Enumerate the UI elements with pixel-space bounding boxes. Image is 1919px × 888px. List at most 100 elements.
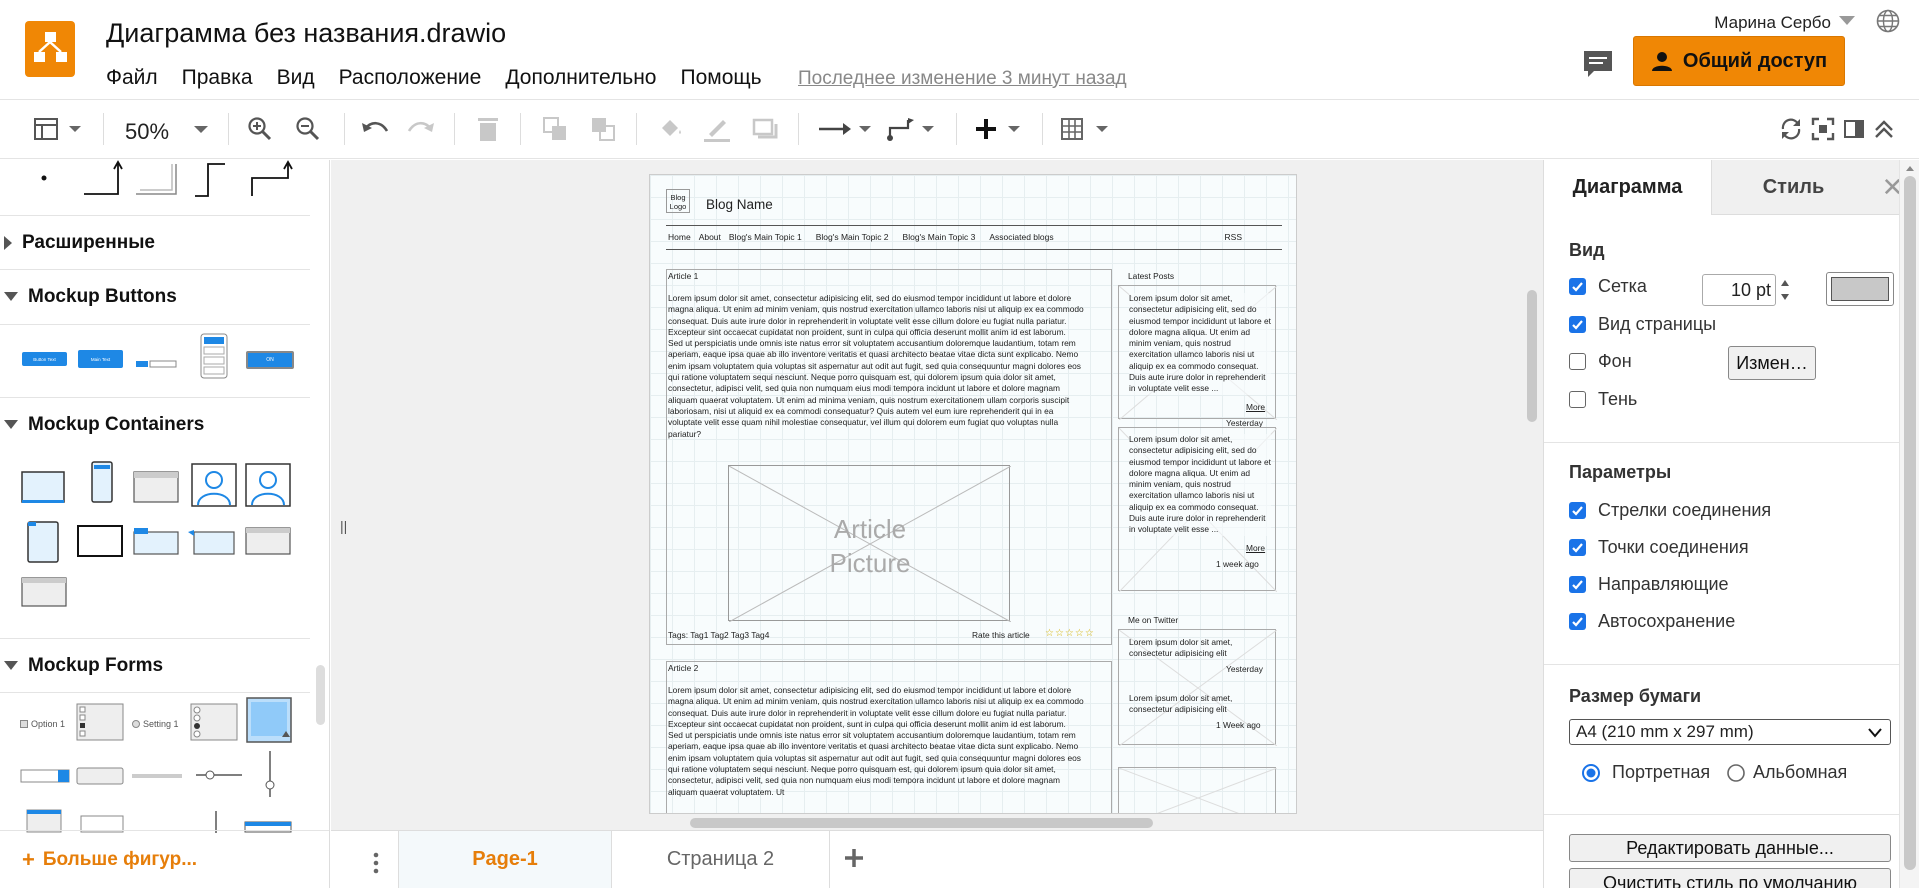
shape-spinner[interactable] [132,773,182,779]
general-shapes-row[interactable] [30,160,310,200]
tab-style[interactable]: Стиль [1712,160,1875,215]
shadow-icon[interactable] [750,111,780,147]
autosave-checkbox[interactable]: Автосохранение [1569,611,1735,632]
drawio-logo[interactable] [25,21,75,77]
checkbox-checked-icon[interactable] [1569,576,1586,593]
canvas-horizontal-scrollbar[interactable] [690,818,1153,828]
share-button[interactable]: Общий доступ [1633,36,1845,86]
diagram-page[interactable]: Blog Logo Blog Name Home About Blog's Ma… [649,174,1297,814]
tab-page-2[interactable]: Страница 2 [612,831,830,888]
chevron-down-icon[interactable] [192,111,210,147]
tab-page-1[interactable]: Page-1 [398,831,612,888]
checkbox-checked-icon[interactable] [1569,278,1586,295]
change-background-button[interactable]: Измен… [1728,346,1816,380]
fill-color-icon[interactable] [656,111,686,147]
article-picture[interactable]: Article Picture [728,465,1011,622]
comment-icon[interactable] [1582,48,1614,85]
article-tags[interactable]: Tags: Tag1 Tag2 Tag3 Tag4 [668,630,769,641]
section-mockup-buttons[interactable]: Mockup Buttons [0,269,310,323]
mockup-containers-palette[interactable] [18,460,300,610]
insert-icon[interactable] [974,111,1026,147]
zoom-in-icon[interactable] [246,111,274,147]
grid-color-button[interactable] [1826,272,1894,306]
checkbox-checked-icon[interactable] [1569,613,1586,630]
nav-associated[interactable]: Associated blogs [989,232,1053,242]
nav-rss[interactable]: RSS [1225,232,1242,242]
shape-vertical-buttons[interactable] [200,333,228,379]
nav-about[interactable]: About [699,232,721,242]
checkbox-checked-icon[interactable] [1569,539,1586,556]
last-change-link[interactable]: Последнее изменение 3 минут назад [798,68,1127,90]
add-page-icon[interactable] [843,847,865,874]
scrollbar-thumb[interactable] [1904,176,1916,870]
shape-vertical-slider[interactable] [262,751,278,797]
post-1-more-link[interactable]: More [1246,402,1265,413]
page-menu-icon[interactable] [372,852,380,879]
shape-radio-setting[interactable]: Setting 1 [132,719,179,729]
radio-selected-icon[interactable] [1582,763,1600,782]
radio-unselected-icon[interactable] [1727,763,1745,782]
refresh-icon[interactable] [1778,111,1804,147]
table-icon[interactable] [1060,111,1116,147]
user-name[interactable]: Марина Сербо [1714,13,1831,33]
collapse-icon[interactable] [1872,111,1896,147]
blog-name[interactable]: Blog Name [706,198,773,212]
menu-extras[interactable]: Дополнительно [505,66,656,90]
section-mockup-forms[interactable]: Mockup Forms [0,638,310,692]
menu-file[interactable]: Файл [106,66,158,90]
globe-icon[interactable] [1875,8,1901,39]
post-2-more-link[interactable]: More [1246,543,1265,554]
checkbox-checked-icon[interactable] [1569,502,1586,519]
shape-slider[interactable] [196,767,242,783]
chevron-down-icon[interactable] [1839,16,1855,25]
shadow-checkbox[interactable]: Тень [1569,389,1637,410]
shape-combo-box[interactable] [20,769,70,783]
redo-icon[interactable] [406,111,436,147]
landscape-radio[interactable]: Альбомная [1727,762,1847,783]
fullscreen-icon[interactable] [1810,111,1836,147]
shape-checkbox-list[interactable] [76,703,124,741]
shape-main-button[interactable]: Main Text [78,350,123,368]
waypoints-icon[interactable] [886,111,938,147]
rating-stars[interactable]: ☆☆☆☆☆ [1045,628,1095,639]
sidebar-widget[interactable] [1118,767,1277,813]
zoom-out-icon[interactable] [294,111,322,147]
paper-size-select[interactable]: A4 (210 mm x 297 mm) [1569,719,1891,745]
checkbox-unchecked-icon[interactable] [1569,391,1586,408]
nav-topic-2[interactable]: Blog's Main Topic 2 [816,232,889,242]
menu-arrange[interactable]: Расположение [339,66,482,90]
undo-icon[interactable] [360,111,390,147]
menu-edit[interactable]: Правка [182,66,253,90]
zoom-level[interactable]: 50% [125,119,169,145]
grid-checkbox[interactable]: Сетка [1569,276,1647,297]
clear-default-style-button[interactable]: Очистить стиль по умолчанию [1569,868,1891,888]
document-title[interactable]: Диаграмма без названия.drawio [106,18,506,49]
more-shapes-button[interactable]: + Больше фигур... [0,830,329,888]
panel-scrollbar[interactable] [1899,160,1919,888]
checkbox-unchecked-icon[interactable] [1569,353,1586,370]
shape-button[interactable]: Button Text [22,352,67,366]
nav-topic-1[interactable]: Blog's Main Topic 1 [729,232,802,242]
format-panel-icon[interactable] [1842,111,1866,147]
line-color-icon[interactable] [702,111,732,147]
guides-checkbox[interactable]: Направляющие [1569,574,1729,595]
scroll-up-icon[interactable] [1905,164,1915,172]
portrait-radio[interactable]: Портретная [1582,762,1710,783]
background-checkbox[interactable]: Фон [1569,351,1632,372]
shape-checkbox-option[interactable]: Option 1 [20,719,65,729]
to-front-icon[interactable] [540,111,570,147]
shape-button-bar[interactable] [136,355,178,368]
resize-handle-icon[interactable]: || [340,518,347,534]
section-advanced[interactable]: Расширенные [0,215,310,269]
page-view-icon[interactable] [30,111,86,147]
delete-icon[interactable] [474,111,502,147]
checkbox-checked-icon[interactable] [1569,316,1586,333]
to-back-icon[interactable] [588,111,618,147]
sidebar-scrollbar[interactable] [316,665,325,725]
menu-view[interactable]: Вид [277,66,315,90]
blog-logo[interactable]: Blog Logo [666,189,690,213]
shape-text-input[interactable] [76,767,124,785]
menu-help[interactable]: Помощь [680,66,761,90]
grid-size-stepper[interactable] [1778,274,1792,306]
section-mockup-containers[interactable]: Mockup Containers [0,397,310,451]
